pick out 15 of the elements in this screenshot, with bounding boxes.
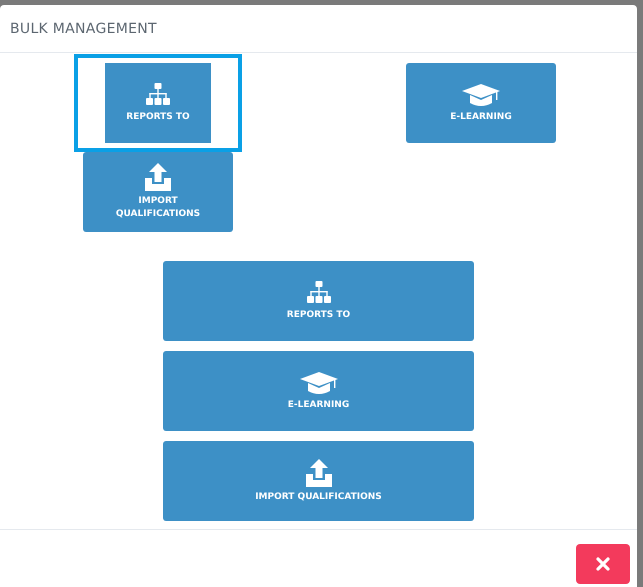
import-button[interactable]: IMPORT QUALIFICATIONS bbox=[163, 441, 474, 521]
graduation-cap-icon bbox=[462, 82, 500, 106]
reports-to-button[interactable]: REPORTS TO bbox=[163, 261, 474, 341]
upload-icon bbox=[144, 163, 172, 191]
dialog-title: BULK MANAGEMENT bbox=[10, 20, 157, 36]
e-learning-button[interactable]: E-LEARNING bbox=[406, 63, 556, 143]
graduation-cap-icon bbox=[300, 370, 338, 394]
org-chart-icon bbox=[146, 82, 170, 106]
reports-to-button[interactable]: REPORTS TO bbox=[74, 54, 242, 152]
import-button[interactable]: IMPORT QUALIFICATIONS bbox=[83, 152, 233, 232]
org-chart-icon bbox=[306, 280, 330, 304]
upload-icon bbox=[304, 458, 332, 486]
close-icon bbox=[596, 557, 610, 571]
close-button[interactable] bbox=[576, 544, 630, 584]
e-learning-button[interactable]: E-LEARNING bbox=[163, 351, 474, 431]
